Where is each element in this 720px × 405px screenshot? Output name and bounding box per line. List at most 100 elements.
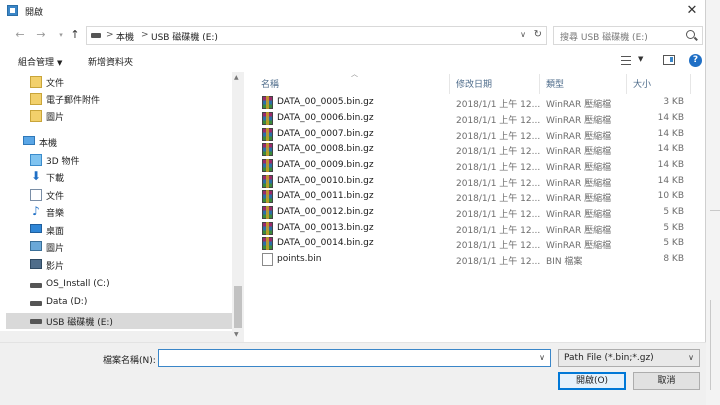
winrar-archive-icon bbox=[262, 222, 273, 235]
nav-item-label: 文件 bbox=[46, 79, 65, 89]
scrollbar-thumb[interactable] bbox=[234, 286, 242, 328]
winrar-archive-icon bbox=[262, 175, 273, 188]
file-type-select[interactable]: Path File (*.bin;*.gz) ∨ bbox=[558, 349, 700, 367]
breadcrumb-this-pc[interactable]: 本機 bbox=[116, 30, 134, 43]
background-window-strip bbox=[706, 0, 720, 405]
videos-icon bbox=[30, 259, 42, 269]
nav-item-usb-drive[interactable]: USB 磁碟機 (E:) bbox=[6, 313, 232, 329]
nav-item-documents-pinned[interactable]: 文件 bbox=[30, 74, 230, 90]
filename-history-dropdown[interactable]: ∨ bbox=[539, 353, 545, 362]
file-row[interactable]: DATA_00_0014.bin.gz 2018/1/1 上午 12... Wi… bbox=[250, 236, 690, 251]
nav-item-label: 桌面 bbox=[46, 227, 65, 237]
nav-item-pictures[interactable]: 圖片 bbox=[30, 239, 230, 255]
quick-access-pictures-icon bbox=[30, 110, 42, 122]
generic-file-icon bbox=[262, 253, 273, 266]
sort-ascending-icon: ︿ bbox=[351, 70, 358, 78]
file-name: DATA_00_0005.bin.gz bbox=[277, 97, 374, 107]
navigation-pane: 文件 電子郵件附件 圖片 本機 3D 物件 ⬇ 下載 文件 ♪ 音樂 桌面 圖片… bbox=[0, 72, 244, 342]
column-header-name[interactable]: 名稱 bbox=[261, 77, 279, 90]
chevron-down-icon: ∨ bbox=[539, 353, 545, 362]
nav-item-documents[interactable]: 文件 bbox=[30, 187, 230, 203]
arrow-up-icon: ↑ bbox=[70, 28, 80, 41]
preview-pane-button[interactable] bbox=[663, 55, 675, 65]
breadcrumb-separator: > bbox=[106, 30, 114, 40]
change-view-button[interactable]: ▼ bbox=[621, 54, 649, 68]
cancel-button[interactable]: 取消 bbox=[633, 372, 700, 390]
file-date: 2018/1/1 上午 12... bbox=[456, 147, 541, 157]
nav-item-videos[interactable]: 影片 bbox=[30, 257, 230, 273]
file-row[interactable]: DATA_00_0006.bin.gz 2018/1/1 上午 12... Wi… bbox=[250, 111, 690, 126]
search-placeholder: 搜尋 USB 磁碟機 (E:) bbox=[560, 33, 648, 43]
chevron-down-icon: ∨ bbox=[688, 353, 694, 362]
file-row[interactable]: DATA_00_0009.bin.gz 2018/1/1 上午 12... Wi… bbox=[250, 158, 690, 173]
column-divider[interactable] bbox=[626, 74, 627, 94]
refresh-button[interactable]: ↻ bbox=[534, 29, 542, 40]
column-header-size[interactable]: 大小 bbox=[633, 77, 651, 90]
file-row[interactable]: DATA_00_0008.bin.gz 2018/1/1 上午 12... Wi… bbox=[250, 142, 690, 157]
file-date: 2018/1/1 上午 12... bbox=[456, 241, 541, 251]
column-divider[interactable] bbox=[449, 74, 450, 94]
column-divider[interactable] bbox=[690, 74, 691, 94]
nav-item-label: 下載 bbox=[46, 174, 65, 184]
search-box[interactable]: 搜尋 USB 磁碟機 (E:) bbox=[553, 26, 703, 45]
email-attachments-folder-icon bbox=[30, 93, 42, 105]
chevron-down-icon: ▾ bbox=[59, 31, 63, 39]
nav-item-this-pc[interactable]: 本機 bbox=[23, 134, 230, 150]
up-button[interactable]: ↑ bbox=[68, 28, 82, 42]
file-row[interactable]: DATA_00_0013.bin.gz 2018/1/1 上午 12... Wi… bbox=[250, 221, 690, 236]
file-type: WinRAR 壓縮檔 bbox=[546, 147, 612, 157]
organize-button[interactable]: 組合管理 ▼ bbox=[18, 55, 62, 68]
back-button[interactable]: ← bbox=[13, 28, 27, 42]
nav-item-desktop[interactable]: 桌面 bbox=[30, 222, 230, 238]
file-size: 10 KB bbox=[657, 191, 684, 201]
address-dropdown-button[interactable]: ∨ bbox=[520, 30, 526, 39]
address-bar[interactable]: > 本機 > USB 磁碟機 (E:) ∨ ↻ bbox=[86, 26, 547, 45]
file-row[interactable]: DATA_00_0010.bin.gz 2018/1/1 上午 12... Wi… bbox=[250, 174, 690, 189]
nav-item-music[interactable]: ♪ 音樂 bbox=[30, 204, 230, 220]
file-name: DATA_00_0007.bin.gz bbox=[277, 129, 374, 139]
scroll-up-icon: ▲ bbox=[234, 74, 239, 81]
file-row[interactable]: DATA_00_0005.bin.gz 2018/1/1 上午 12... Wi… bbox=[250, 95, 690, 110]
quick-access-documents-icon bbox=[30, 76, 42, 88]
navigation-horizontal-scrollbar[interactable] bbox=[0, 331, 232, 342]
filename-input[interactable]: ∨ bbox=[158, 349, 551, 367]
file-size: 14 KB bbox=[657, 129, 684, 139]
file-type: WinRAR 壓縮檔 bbox=[546, 194, 612, 204]
nav-item-label: 圖片 bbox=[46, 113, 65, 123]
organize-label: 組合管理 bbox=[18, 58, 55, 68]
file-row[interactable]: DATA_00_0011.bin.gz 2018/1/1 上午 12... Wi… bbox=[250, 189, 690, 204]
file-row[interactable]: DATA_00_0007.bin.gz 2018/1/1 上午 12... Wi… bbox=[250, 127, 690, 142]
nav-item-drive-d[interactable]: Data (D:) bbox=[30, 295, 230, 311]
file-date: 2018/1/1 上午 12... bbox=[456, 163, 541, 173]
nav-item-pictures-pinned[interactable]: 圖片 bbox=[30, 108, 230, 124]
3d-objects-icon bbox=[30, 154, 42, 166]
close-button[interactable]: ✕ bbox=[682, 2, 702, 20]
file-size: 14 KB bbox=[657, 176, 684, 186]
new-folder-button[interactable]: 新增資料夾 bbox=[88, 55, 133, 68]
file-type: WinRAR 壓縮檔 bbox=[546, 132, 612, 142]
forward-button[interactable]: → bbox=[34, 28, 48, 42]
column-header-date[interactable]: 修改日期 bbox=[456, 77, 492, 90]
nav-item-email-attachments[interactable]: 電子郵件附件 bbox=[30, 91, 230, 107]
nav-item-label: 本機 bbox=[39, 139, 58, 149]
file-name: DATA_00_0012.bin.gz bbox=[277, 207, 374, 217]
help-button[interactable]: ? bbox=[689, 54, 702, 67]
file-date: 2018/1/1 上午 12... bbox=[456, 194, 541, 204]
chevron-down-icon: ∨ bbox=[520, 30, 526, 39]
nav-item-3d-objects[interactable]: 3D 物件 bbox=[30, 152, 230, 168]
file-row[interactable]: points.bin 2018/1/1 上午 12... BIN 檔案 8 KB bbox=[250, 252, 690, 267]
file-row[interactable]: DATA_00_0012.bin.gz 2018/1/1 上午 12... Wi… bbox=[250, 205, 690, 220]
column-divider[interactable] bbox=[539, 74, 540, 94]
nav-item-downloads[interactable]: ⬇ 下載 bbox=[30, 169, 230, 185]
navigation-scrollbar[interactable]: ▲ ▼ bbox=[232, 72, 244, 342]
file-date: 2018/1/1 上午 12... bbox=[456, 210, 541, 220]
file-size: 3 KB bbox=[663, 97, 684, 107]
recent-locations-button[interactable]: ▾ bbox=[54, 28, 68, 42]
nav-item-drive-c[interactable]: OS_Install (C:) bbox=[30, 277, 230, 293]
winrar-archive-icon bbox=[262, 128, 273, 141]
file-date: 2018/1/1 上午 12... bbox=[456, 257, 541, 267]
open-button[interactable]: 開啟(O) bbox=[558, 372, 626, 390]
breadcrumb-usb-drive[interactable]: USB 磁碟機 (E:) bbox=[151, 30, 218, 43]
column-header-type[interactable]: 類型 bbox=[546, 77, 564, 90]
downloads-icon: ⬇ bbox=[30, 169, 42, 183]
